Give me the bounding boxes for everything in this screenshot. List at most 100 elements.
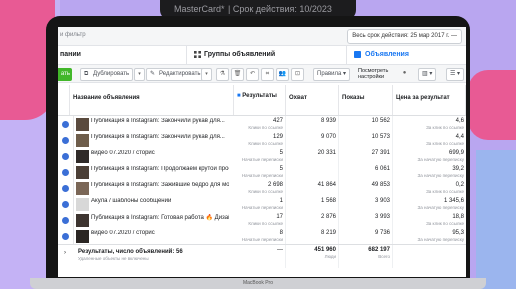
results-value: 17 xyxy=(276,214,283,220)
table-row[interactable]: видео 07.2020 / сторис 5 Начатые переписки… xyxy=(58,148,466,165)
ab-test-icon[interactable]: ⚗ xyxy=(216,68,229,81)
table-row[interactable]: Публикация в Instagram: Готовая работа 🔥… xyxy=(58,212,466,229)
date-range-picker[interactable]: Весь срок действия: 25 мар 2017 г. — xyxy=(347,29,462,44)
ad-name[interactable]: Акула / шаблоны сообщений xyxy=(91,198,229,204)
edit-button[interactable]: ✎ Редактировать xyxy=(146,68,205,81)
cost-value: 95,3 xyxy=(452,230,464,236)
cost-value: 39,2 xyxy=(452,166,464,172)
cell-impressions: 49 853 xyxy=(339,180,393,197)
col-results[interactable]: ■ Результаты xyxy=(234,85,286,115)
search-input[interactable]: и фильтр xyxy=(60,32,86,38)
pencil-icon: ✎ xyxy=(150,71,156,77)
results-value: 5 xyxy=(279,150,283,156)
col-reach[interactable]: Охват xyxy=(286,85,339,115)
row-toggle-icon[interactable] xyxy=(62,233,69,240)
preview-icon[interactable]: ⊡ xyxy=(291,68,304,81)
cell-impressions: 3 993 xyxy=(339,212,393,229)
cost-type: За начатую переписку xyxy=(417,173,464,178)
expand-chevron-icon[interactable]: › xyxy=(64,250,66,256)
col-results-label: Результаты xyxy=(242,93,277,99)
columns-button[interactable]: ▥ ▾ xyxy=(418,68,437,81)
ads-square-icon xyxy=(354,51,361,58)
cost-value: 4,4 xyxy=(455,134,464,140)
table-row[interactable]: Публикация в Instagram: Закончили рукав … xyxy=(58,116,466,133)
table-row[interactable]: Публикация в Instagram: Продолжаем круто… xyxy=(58,164,466,181)
row-toggle-icon[interactable] xyxy=(62,137,69,144)
cell-cost: 0,2 За клик по ссылке xyxy=(393,180,466,197)
col-ad-name[interactable]: Название объявления xyxy=(70,85,234,115)
impressions-value: 49 853 xyxy=(371,182,390,188)
results-type: Клики по ссылке xyxy=(248,221,283,226)
tag-icon[interactable]: ⌗ xyxy=(261,68,274,81)
cell-reach: 8 219 xyxy=(286,228,339,245)
table-row[interactable]: Публикация в Instagram: Закончили рукав … xyxy=(58,132,466,149)
header-checkbox-col xyxy=(58,85,70,115)
results-type: Клики по ссылке xyxy=(248,141,283,146)
impressions-value: 9 736 xyxy=(374,230,390,236)
row-divider xyxy=(73,212,74,229)
table-row[interactable]: Акула / шаблоны сообщений 1 Начатые перепи… xyxy=(58,196,466,213)
impressions-value: 3 993 xyxy=(374,214,390,220)
totals-title: Результаты, число объявлений: 56 xyxy=(78,249,183,255)
row-toggle-icon[interactable] xyxy=(62,201,69,208)
ad-thumbnail xyxy=(76,230,89,243)
totals-reach: 451 960 Люди xyxy=(286,245,339,268)
breakdown-button[interactable]: ☰ ▾ xyxy=(446,68,465,81)
undo-icon[interactable]: ↶ xyxy=(246,68,259,81)
cell-results: 129 Клики по ссылке xyxy=(234,132,286,149)
cell-reach: 9 070 xyxy=(286,132,339,149)
ads-manager-screen: и фильтр Весь срок действия: 25 мар 2017… xyxy=(58,27,466,277)
cell-results: 1 Начатые переписки xyxy=(234,196,286,213)
ad-name[interactable]: видео 07.2020 / сторис xyxy=(91,150,229,156)
row-toggle-icon[interactable] xyxy=(62,169,69,176)
delete-icon[interactable]: 🗑 xyxy=(231,68,244,81)
backdrop-pink-shape-right xyxy=(468,70,516,140)
reach-value: 1 568 xyxy=(320,198,336,204)
edit-dropdown-chevron-icon[interactable]: ▾ xyxy=(201,68,212,81)
row-divider xyxy=(73,196,74,213)
table-row[interactable]: видео 07.2020 / сторис 8 Начатые переписки… xyxy=(58,228,466,245)
ad-name[interactable]: Публикация в Instagram: Закончили рукав … xyxy=(91,118,229,124)
reach-value: 8 219 xyxy=(320,230,336,236)
row-toggle-icon[interactable] xyxy=(62,121,69,128)
row-toggle-icon[interactable] xyxy=(62,185,69,192)
duplicate-button[interactable]: ⧉ Дублировать xyxy=(80,68,134,81)
totals-reach-sub: Люди xyxy=(324,254,336,259)
row-divider xyxy=(73,148,74,165)
totals-reach-value: 451 960 xyxy=(314,247,336,253)
rules-button[interactable]: Правила ▾ xyxy=(313,68,351,81)
create-button[interactable]: ать xyxy=(58,68,72,81)
col-cost-per-result[interactable]: Цена за результат xyxy=(393,85,466,115)
cost-type: За клик по ссылке xyxy=(426,221,464,226)
row-divider xyxy=(73,180,74,197)
duplicate-dropdown-chevron-icon[interactable]: ▾ xyxy=(134,68,145,81)
impressions-value: 6 061 xyxy=(374,166,390,172)
col-impressions[interactable]: Показы xyxy=(339,85,393,115)
results-value: 427 xyxy=(272,118,283,124)
ad-sets-grid-icon xyxy=(194,51,201,58)
totals-impressions-sub: Всего xyxy=(378,254,390,259)
cost-type: За клик по ссылке xyxy=(426,189,464,194)
cost-value: 18,8 xyxy=(452,214,464,220)
ad-name[interactable]: Публикация в Instagram: Продолжаем круто… xyxy=(91,166,229,172)
row-toggle-icon[interactable] xyxy=(62,217,69,224)
ad-thumbnail xyxy=(76,198,89,211)
ad-name[interactable]: Публикация в Instagram: Закончили рукав … xyxy=(91,134,229,140)
ad-name[interactable]: Публикация в Instagram: Готовая работа 🔥… xyxy=(91,214,229,221)
cost-type: За начатую переписку xyxy=(417,237,464,242)
tab-campaigns[interactable]: пании xyxy=(60,46,81,64)
table-row[interactable]: Публикация в Instagram: Зажившие бедро д… xyxy=(58,180,466,197)
audience-icon[interactable]: 👥 xyxy=(276,68,289,81)
copy-icon: ⧉ xyxy=(84,71,89,77)
ad-thumbnail xyxy=(76,134,89,147)
tab-ads[interactable]: Объявления xyxy=(365,46,409,64)
row-toggle-icon[interactable] xyxy=(62,153,69,160)
totals-results-value: — xyxy=(277,247,283,253)
breakdown-dot-icon[interactable]: ● xyxy=(399,68,410,79)
ad-name[interactable]: видео 07.2020 / сторис xyxy=(91,230,229,236)
cell-reach: 2 876 xyxy=(286,212,339,229)
view-setup-link[interactable]: Посмотреть настройки xyxy=(358,68,388,80)
ad-name[interactable]: Публикация в Instagram: Зажившие бедро д… xyxy=(91,182,229,188)
ad-thumbnail xyxy=(76,214,89,227)
tab-ad-sets[interactable]: Группы объявлений xyxy=(204,46,275,64)
